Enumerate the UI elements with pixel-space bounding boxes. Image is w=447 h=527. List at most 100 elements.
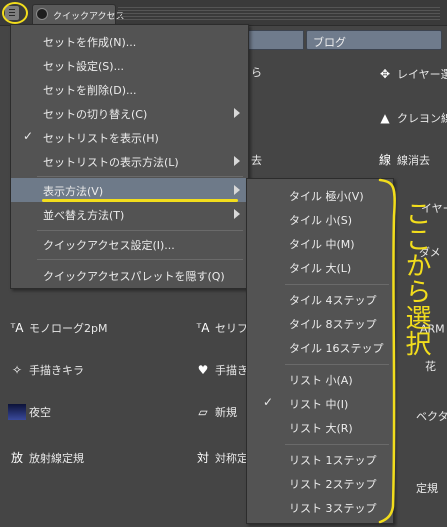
- quick-item-hearts[interactable]: ♥ 手描き: [194, 362, 248, 384]
- menu-item-label: セット設定(S)...: [43, 60, 125, 73]
- tab-label: クイックアクセス: [53, 12, 125, 22]
- annotation-text: ここから選択: [401, 200, 431, 356]
- menu-item-sort-method[interactable]: 並べ替え方法(T): [11, 202, 248, 226]
- checkmark-icon: ✓: [263, 395, 274, 409]
- palette-header: クイックアクセス: [0, 0, 447, 26]
- new-folder-icon: ▱: [198, 405, 208, 419]
- quick-item-label: 線消去: [397, 154, 430, 167]
- quick-item-label: 手描きキラ: [29, 364, 84, 377]
- menu-item-switch-set[interactable]: セットの切り替え(C): [11, 101, 248, 125]
- quick-item-label: 夜空: [29, 406, 51, 419]
- quick-item-label: 花: [425, 360, 436, 373]
- line-erase-icon: 線: [378, 153, 391, 167]
- submenu-item-tile-4-step[interactable]: タイル 4ステップ: [247, 287, 393, 311]
- quick-item-night-sky[interactable]: 夜空: [8, 404, 51, 426]
- set-selector[interactable]: ブログ: [306, 30, 442, 50]
- submenu-arrow-icon: [234, 185, 240, 195]
- layer-select-icon: ✥: [379, 67, 391, 81]
- submenu-item-list-2-step[interactable]: リスト 2ステップ: [247, 471, 393, 495]
- menu-item-show-set-list[interactable]: ✓ セットリストを表示(H): [11, 125, 248, 149]
- set-dropdown[interactable]: [248, 30, 304, 50]
- quick-item-label: ベクター: [416, 410, 447, 423]
- menu-item-create-set[interactable]: セットを作成(N)...: [11, 29, 248, 53]
- menu-item-label: クイックアクセスパレットを隠す(Q): [43, 270, 225, 283]
- quick-item-label: 放射線定規: [29, 452, 84, 465]
- quick-item-radial-ruler[interactable]: 放放射線定規: [8, 450, 84, 472]
- monologue-icon: ᵀA: [10, 321, 24, 335]
- submenu-item-list-3-step[interactable]: リスト 3ステップ: [247, 495, 393, 519]
- submenu-item-label: タイル 8ステップ: [289, 318, 377, 331]
- hearts-icon: ♥: [197, 363, 209, 377]
- quick-item-crayon[interactable]: ▲ クレヨン線: [376, 110, 447, 132]
- quick-item-layer-select[interactable]: ✥ レイヤー選: [376, 66, 447, 88]
- submenu-item-label: タイル 4ステップ: [289, 294, 377, 307]
- quick-item-speech[interactable]: ᵀA セリフ: [194, 320, 248, 342]
- quick-item-partial[interactable]: 定規: [416, 480, 438, 502]
- submenu-item-label: リスト 中(I): [289, 398, 349, 411]
- display-method-submenu: タイル 極小(V) タイル 小(S) タイル 中(M) タイル 大(L) タイル…: [246, 178, 394, 524]
- symmetry-ruler-icon: 対: [196, 451, 209, 465]
- submenu-item-list-large[interactable]: リスト 大(R): [247, 415, 393, 439]
- menu-item-label: セットリストの表示方法(L): [43, 156, 179, 169]
- radial-ruler-icon: 放: [10, 451, 23, 465]
- quick-item-label: 定規: [416, 482, 438, 495]
- quick-item-monologue[interactable]: ᵀA モノローグ2pM: [8, 320, 108, 342]
- quick-item-partial[interactable]: 花: [425, 358, 436, 380]
- submenu-item-tile-medium[interactable]: タイル 中(M): [247, 231, 393, 255]
- submenu-item-label: タイル 中(M): [289, 238, 355, 251]
- menu-item-quick-access-settings[interactable]: クイックアクセス設定(I)...: [11, 232, 248, 256]
- quick-item-partial[interactable]: ベクター: [416, 408, 447, 430]
- night-sky-thumbnail: [8, 404, 26, 420]
- submenu-item-tile-large[interactable]: タイル 大(L): [247, 255, 393, 279]
- submenu-item-label: タイル 大(L): [289, 262, 352, 275]
- menu-item-set-settings[interactable]: セット設定(S)...: [11, 53, 248, 77]
- submenu-item-list-medium[interactable]: ✓ リスト 中(I): [247, 391, 393, 415]
- submenu-separator: [285, 364, 389, 365]
- set-selector-label: ブログ: [313, 36, 346, 49]
- quick-item-new[interactable]: ▱ 新規: [194, 404, 237, 426]
- quick-item-sparkle[interactable]: ✧ 手描きキラ: [8, 362, 84, 384]
- submenu-item-label: リスト 2ステップ: [289, 478, 377, 491]
- submenu-item-label: リスト 1ステップ: [289, 454, 377, 467]
- submenu-item-tile-xsmall[interactable]: タイル 極小(V): [247, 183, 393, 207]
- quick-item-label: 新規: [215, 406, 237, 419]
- quick-item-label: レイヤー選: [397, 68, 447, 81]
- submenu-item-tile-small[interactable]: タイル 小(S): [247, 207, 393, 231]
- palette-menu: セットを作成(N)... セット設定(S)... セットを削除(D)... セッ…: [10, 24, 249, 289]
- annotation-underline: [42, 199, 238, 202]
- menu-item-label: クイックアクセス設定(I)...: [43, 239, 175, 252]
- submenu-item-label: タイル 16ステップ: [289, 342, 384, 355]
- quick-access-icon: [36, 8, 48, 20]
- annotation-circle: [2, 2, 28, 24]
- quick-item-label: ら: [251, 66, 262, 79]
- submenu-item-tile-8-step[interactable]: タイル 8ステップ: [247, 311, 393, 335]
- quick-item-symmetry-ruler[interactable]: 対対称定: [194, 450, 248, 472]
- tab-quick-access[interactable]: クイックアクセス: [32, 4, 125, 24]
- submenu-item-list-1-step[interactable]: リスト 1ステップ: [247, 447, 393, 471]
- submenu-separator: [285, 444, 389, 445]
- quick-item-line-erase[interactable]: 線線消去: [376, 152, 430, 174]
- submenu-item-tile-16-step[interactable]: タイル 16ステップ: [247, 335, 393, 359]
- quick-item-partial[interactable]: 去: [251, 152, 262, 174]
- quick-item-label: クレヨン線: [397, 112, 447, 125]
- quick-item-label: 対称定: [215, 452, 248, 465]
- speech-icon: ᵀA: [196, 321, 210, 335]
- menu-separator: [37, 259, 243, 260]
- submenu-item-list-small[interactable]: リスト 小(A): [247, 367, 393, 391]
- menu-item-set-list-display[interactable]: セットリストの表示方法(L): [11, 149, 248, 173]
- submenu-item-label: リスト 3ステップ: [289, 502, 377, 515]
- header-grip: [118, 6, 440, 20]
- menu-item-delete-set[interactable]: セットを削除(D)...: [11, 77, 248, 101]
- menu-item-label: 表示方法(V): [43, 185, 104, 198]
- submenu-item-label: リスト 小(A): [289, 374, 353, 387]
- submenu-item-label: タイル 小(S): [289, 214, 353, 227]
- submenu-item-label: リスト 大(R): [289, 422, 353, 435]
- quick-item-label: 去: [251, 154, 262, 167]
- menu-item-label: セットを作成(N)...: [43, 36, 137, 49]
- submenu-arrow-icon: [234, 209, 240, 219]
- menu-separator: [37, 176, 243, 177]
- menu-item-hide-palette[interactable]: クイックアクセスパレットを隠す(Q): [11, 263, 248, 287]
- checkmark-icon: ✓: [23, 129, 34, 143]
- quick-item-partial[interactable]: ら: [251, 64, 262, 86]
- menu-item-label: セットを削除(D)...: [43, 84, 137, 97]
